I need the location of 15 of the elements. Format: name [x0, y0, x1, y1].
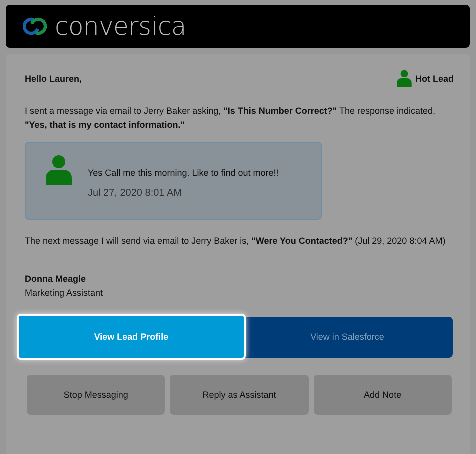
reply-time: Jul 27, 2020 8:01 AM: [88, 188, 183, 199]
person-icon: [46, 155, 72, 185]
person-icon: [397, 70, 412, 87]
message-summary: I sent a message via email to Jerry Baker asking, "Is This Number Correct?" The response indicated, "Yes, that is my contact information.": [25, 105, 437, 132]
view-profile-button[interactable]: View Lead Profile: [17, 314, 246, 360]
sender-name: Donna Meagle: [25, 273, 88, 286]
action-button[interactable]: Add Note: [314, 375, 452, 415]
greeting: Hello Lauren,: [25, 74, 82, 84]
lead-status: Hot Lead: [415, 74, 454, 84]
reply-text: Yes Call me this morning. Like to find out more!!: [88, 168, 279, 178]
action-button[interactable]: Reply as Assistant: [170, 375, 309, 415]
sender-title: Marketing Assistant: [25, 287, 104, 300]
logo-text: conversica: [55, 14, 186, 39]
action-button[interactable]: Stop Messaging: [27, 375, 166, 415]
next-message-text: The next message I will send via email to Jerry Baker is, "Were You Contacted?" (Jul 29, 2020 8:04 AM): [25, 235, 447, 248]
